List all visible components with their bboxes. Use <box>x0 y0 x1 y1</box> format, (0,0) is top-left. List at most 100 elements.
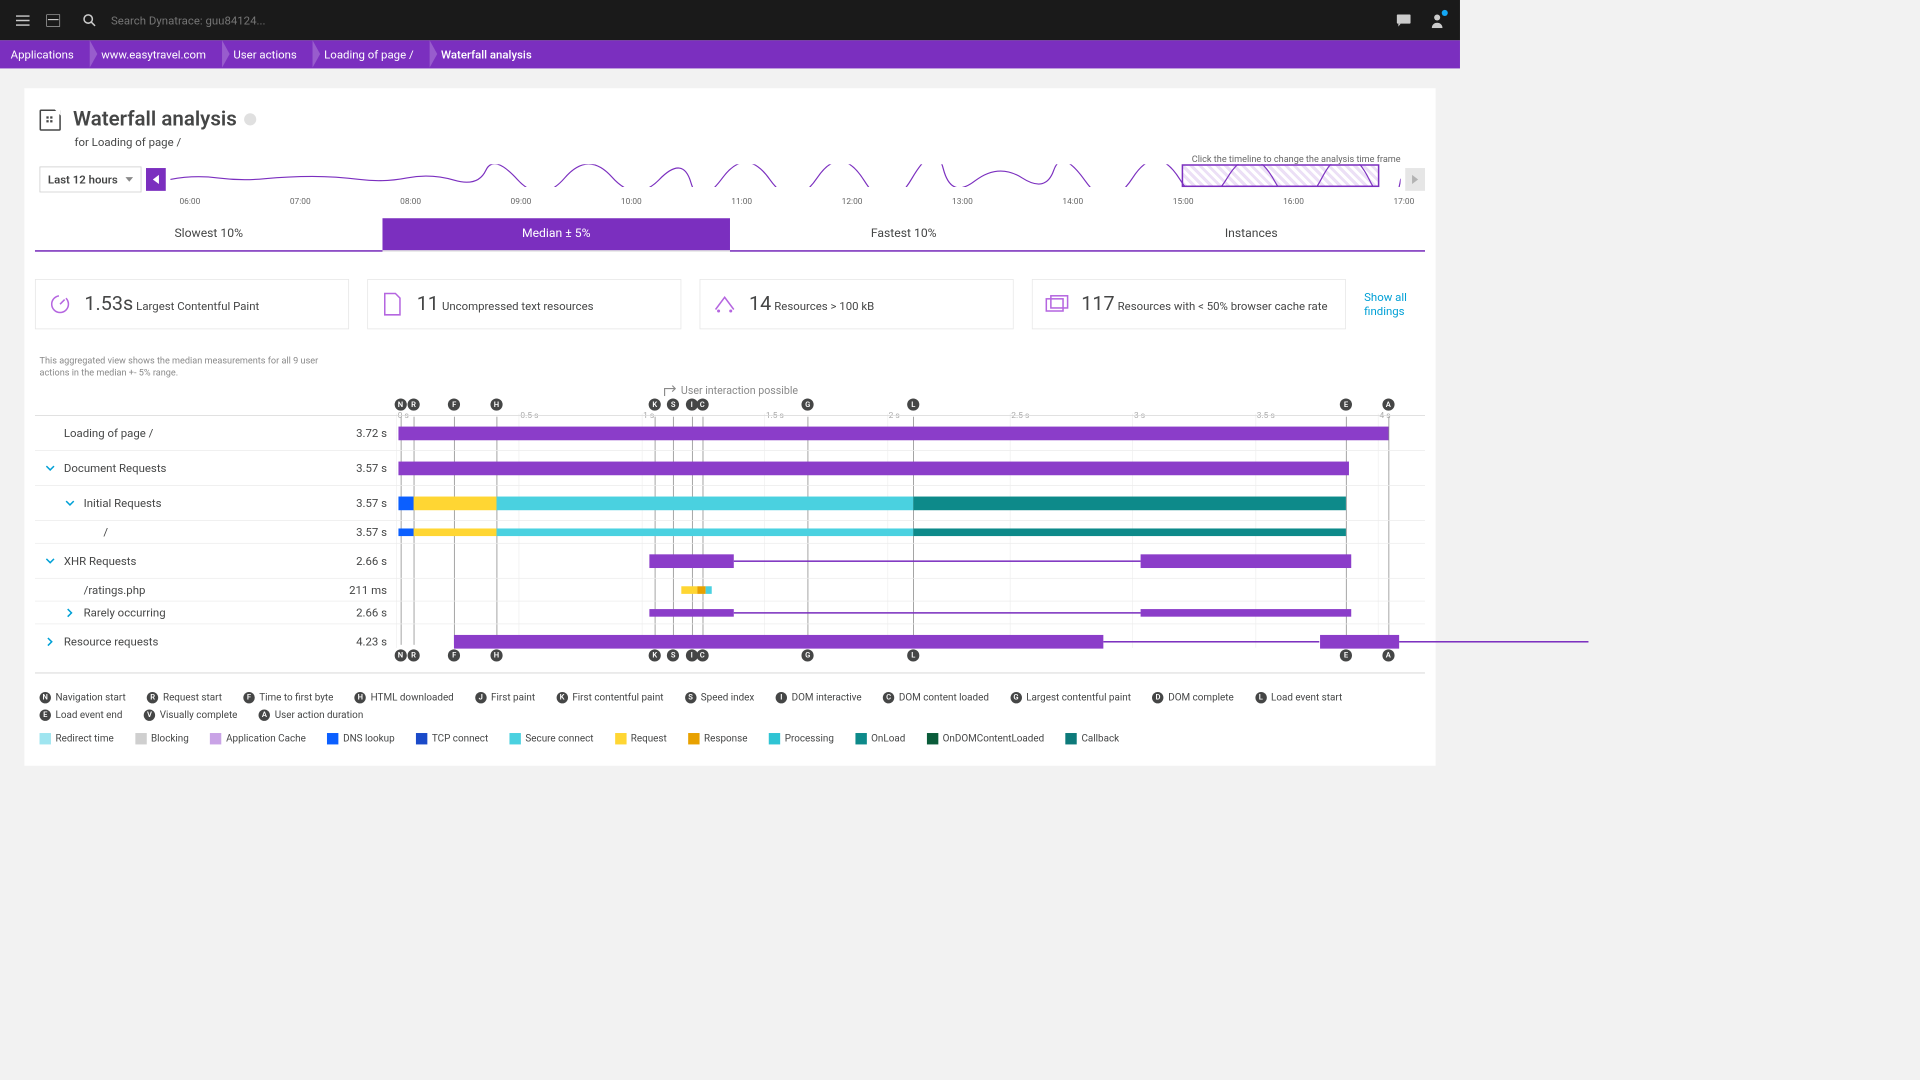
marker-r[interactable]: R <box>407 399 419 411</box>
marker-e[interactable]: E <box>1340 650 1352 662</box>
card-icon <box>48 292 72 316</box>
marker-h[interactable]: H <box>490 399 502 411</box>
marker-s[interactable]: S <box>667 399 679 411</box>
marker-f[interactable]: F <box>448 399 460 411</box>
legend-swatch-icon <box>855 733 866 744</box>
waterfall-row[interactable]: Document Requests3.57 s <box>35 450 1425 485</box>
search-icon[interactable] <box>75 5 105 35</box>
card-label: Resources > 100 kB <box>774 300 874 314</box>
marker-s[interactable]: S <box>667 650 679 662</box>
legend-swatch-icon <box>927 733 938 744</box>
card-label: Uncompressed text resources <box>442 300 594 314</box>
marker-n[interactable]: N <box>394 650 406 662</box>
time-range-selector[interactable]: Last 12 hours <box>40 167 142 193</box>
marker-h[interactable]: H <box>490 650 502 662</box>
interaction-possible-label: User interaction possible <box>663 385 798 397</box>
event-legend: NNavigation startRRequest startFTime to … <box>35 692 1425 721</box>
user-icon[interactable] <box>1422 5 1452 35</box>
time-tick: 09:00 <box>511 196 532 206</box>
tab-slowest-10-[interactable]: Slowest 10% <box>35 218 383 251</box>
legend-swatch-icon <box>1065 733 1076 744</box>
card-value: 1.53s <box>84 293 133 316</box>
row-duration: 2.66 s <box>335 554 396 568</box>
legend-event-item: NNavigation start <box>40 692 126 703</box>
dashboard-icon[interactable] <box>38 5 68 35</box>
breadcrumb-item[interactable]: www.easytravel.com <box>91 40 223 68</box>
row-duration: 4.23 s <box>335 635 396 649</box>
legend-event-item: FTime to first byte <box>243 692 333 703</box>
legend-swatch-icon <box>327 733 338 744</box>
tab-instances[interactable]: Instances <box>1077 218 1425 251</box>
time-tick: 13:00 <box>952 196 973 206</box>
waterfall-row[interactable]: Loading of page /3.72 s <box>35 415 1425 450</box>
breadcrumb-item[interactable]: User actions <box>223 40 314 68</box>
legend-color-item: OnDOMContentLoaded <box>927 733 1045 744</box>
tab-median-5-[interactable]: Median ± 5% <box>382 218 730 250</box>
expand-toggle[interactable] <box>65 608 79 617</box>
show-all-findings-link[interactable]: Show all findings <box>1364 290 1425 317</box>
time-tick: 07:00 <box>290 196 311 206</box>
waterfall-row[interactable]: Initial Requests3.57 s <box>35 485 1425 520</box>
marker-f[interactable]: F <box>448 650 460 662</box>
marker-l[interactable]: L <box>907 399 919 411</box>
expand-toggle[interactable] <box>46 637 60 646</box>
legend-badge-icon: H <box>355 692 366 703</box>
timeline-selection[interactable] <box>1182 164 1380 187</box>
row-duration: 3.72 s <box>335 426 396 440</box>
legend-swatch-icon <box>688 733 699 744</box>
legend-badge-icon: R <box>147 692 158 703</box>
time-tick: 14:00 <box>1062 196 1083 206</box>
marker-r[interactable]: R <box>407 650 419 662</box>
waterfall-row[interactable]: Rarely occurring2.66 s <box>35 601 1425 624</box>
legend-color-item: Request <box>615 733 667 744</box>
marker-k[interactable]: K <box>649 399 661 411</box>
legend-color-item: OnLoad <box>855 733 905 744</box>
marker-g[interactable]: G <box>802 399 814 411</box>
marker-c[interactable]: C <box>696 650 708 662</box>
breadcrumb-item[interactable]: Applications <box>0 40 91 68</box>
legend-event-item: DDOM complete <box>1152 692 1233 703</box>
expand-toggle[interactable] <box>65 499 79 508</box>
tab-fastest-10-[interactable]: Fastest 10% <box>730 218 1078 251</box>
expand-toggle[interactable] <box>46 464 60 473</box>
metric-card[interactable]: 1.53s Largest Contentful Paint <box>35 279 349 329</box>
sparkline-timeline[interactable]: Click the timeline to change the analysi… <box>170 164 1400 194</box>
marker-g[interactable]: G <box>802 650 814 662</box>
menu-icon[interactable] <box>8 5 38 35</box>
time-tick: 16:00 <box>1283 196 1304 206</box>
expand-toggle[interactable] <box>46 556 60 565</box>
marker-a[interactable]: A <box>1382 399 1394 411</box>
legend-swatch-icon <box>615 733 626 744</box>
time-range-label: Last 12 hours <box>48 173 118 187</box>
timeline-prev-button[interactable] <box>146 168 166 191</box>
marker-a[interactable]: A <box>1382 650 1394 662</box>
marker-n[interactable]: N <box>394 399 406 411</box>
legend-swatch-icon <box>416 733 427 744</box>
legend-event-item: ELoad event end <box>40 710 123 721</box>
legend-badge-icon: L <box>1255 692 1266 703</box>
marker-c[interactable]: C <box>696 399 708 411</box>
metric-card[interactable]: 14 Resources > 100 kB <box>700 279 1014 329</box>
card-value: 14 <box>749 293 771 316</box>
card-icon <box>380 292 404 316</box>
waterfall-row[interactable]: /3.57 s <box>35 520 1425 543</box>
legend-swatch-icon <box>40 733 51 744</box>
breadcrumb-item[interactable]: Loading of page / <box>314 40 431 68</box>
chevron-down-icon <box>125 177 133 182</box>
legend-badge-icon: K <box>556 692 567 703</box>
waterfall-row[interactable]: /ratings.php211 ms <box>35 578 1425 601</box>
search-input[interactable] <box>111 13 415 27</box>
marker-e[interactable]: E <box>1340 399 1352 411</box>
legend-color-item: Blocking <box>135 733 189 744</box>
time-tick: 11:00 <box>731 196 752 206</box>
timeline-next-button[interactable] <box>1405 168 1425 191</box>
chat-icon[interactable] <box>1388 5 1418 35</box>
time-tick: 06:00 <box>179 196 200 206</box>
marker-k[interactable]: K <box>649 650 661 662</box>
metric-card[interactable]: 117 Resources with < 50% browser cache r… <box>1032 279 1346 329</box>
legend-badge-icon: N <box>40 692 51 703</box>
marker-l[interactable]: L <box>907 650 919 662</box>
info-icon[interactable] <box>244 113 256 125</box>
metric-card[interactable]: 11 Uncompressed text resources <box>367 279 681 329</box>
waterfall-row[interactable]: XHR Requests2.66 s <box>35 543 1425 578</box>
